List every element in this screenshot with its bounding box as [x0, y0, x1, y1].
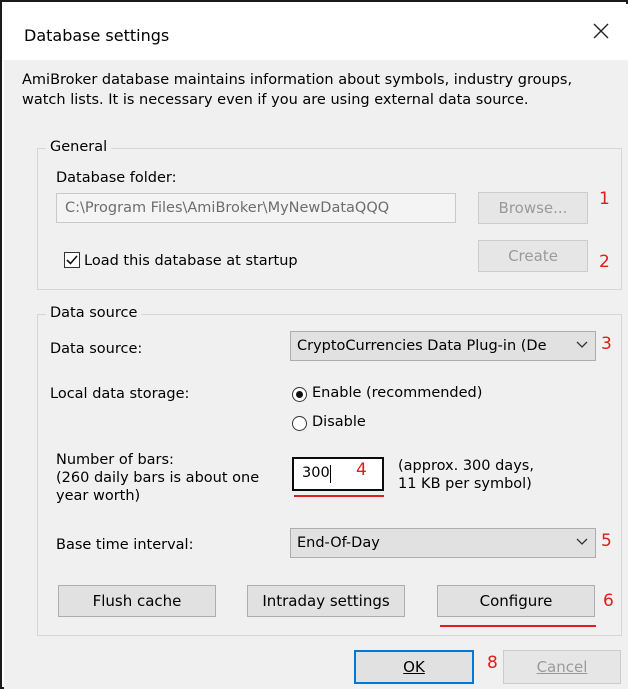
database-folder-label: Database folder: [56, 170, 177, 186]
load-startup-checkbox[interactable] [64, 252, 80, 268]
checkmark-icon [66, 255, 78, 265]
underline-configure [440, 625, 596, 627]
base-interval-value: End-Of-Day [297, 535, 380, 551]
disable-radio[interactable] [292, 416, 307, 431]
number-of-bars-input[interactable]: 300 [292, 457, 384, 491]
base-interval-select[interactable]: End-Of-Day [290, 528, 596, 558]
general-group-label: General [46, 139, 112, 155]
create-button[interactable]: Create [478, 240, 588, 272]
cancel-button[interactable]: Cancel [503, 650, 621, 684]
underline-bars [294, 495, 384, 497]
approx-line1: (approx. 300 days, [398, 458, 534, 474]
data-source-group-label: Data source [46, 305, 142, 321]
disable-radio-label[interactable]: Disable [312, 414, 366, 430]
chevron-down-icon [576, 341, 588, 348]
configure-button[interactable]: Configure [437, 585, 595, 617]
approx-line2: 11 KB per symbol) [398, 476, 532, 492]
interval-label: Base time interval: [56, 537, 194, 553]
bars-label-line3: year worth) [56, 488, 141, 504]
dialog-window: Database settings AmiBroker database mai… [0, 0, 628, 689]
annotation-1: 1 [599, 189, 610, 209]
ok-button-label: OK [403, 658, 425, 676]
annotation-5: 5 [601, 531, 612, 551]
flush-cache-button[interactable]: Flush cache [58, 585, 216, 617]
ok-button[interactable]: OK [354, 650, 474, 684]
bars-label-line1: Number of bars: [56, 452, 174, 468]
annotation-8: 8 [487, 653, 498, 673]
annotation-6: 6 [603, 591, 614, 611]
cancel-button-label: Cancel [536, 658, 588, 676]
close-icon[interactable] [588, 18, 614, 44]
data-source-label: Data source: [50, 341, 143, 357]
dialog-body: AmiBroker database maintains information… [4, 60, 628, 689]
enable-radio[interactable] [292, 387, 307, 402]
annotation-4: 4 [356, 460, 367, 480]
intraday-settings-button[interactable]: Intraday settings [247, 585, 405, 617]
annotation-2: 2 [599, 252, 610, 272]
annotation-3: 3 [601, 334, 612, 354]
database-folder-field[interactable]: C:\Program Files\AmiBroker\MyNewDataQQQ [56, 193, 456, 223]
load-startup-label[interactable]: Load this database at startup [84, 253, 298, 269]
window-title: Database settings [24, 26, 170, 45]
browse-button[interactable]: Browse... [478, 192, 588, 224]
bars-label-line2: (260 daily bars is about one [56, 470, 260, 486]
title-bar: Database settings [4, 4, 628, 60]
local-storage-label: Local data storage: [50, 386, 190, 402]
enable-radio-label[interactable]: Enable (recommended) [312, 385, 482, 401]
intro-text: AmiBroker database maintains information… [22, 72, 573, 108]
text-caret [330, 465, 331, 483]
chevron-down-icon [576, 538, 588, 545]
data-source-select[interactable]: CryptoCurrencies Data Plug-in (De [290, 331, 596, 361]
data-source-value: CryptoCurrencies Data Plug-in (De [297, 338, 547, 354]
radio-selected-dot [296, 391, 303, 398]
number-of-bars-value: 300 [302, 465, 330, 481]
